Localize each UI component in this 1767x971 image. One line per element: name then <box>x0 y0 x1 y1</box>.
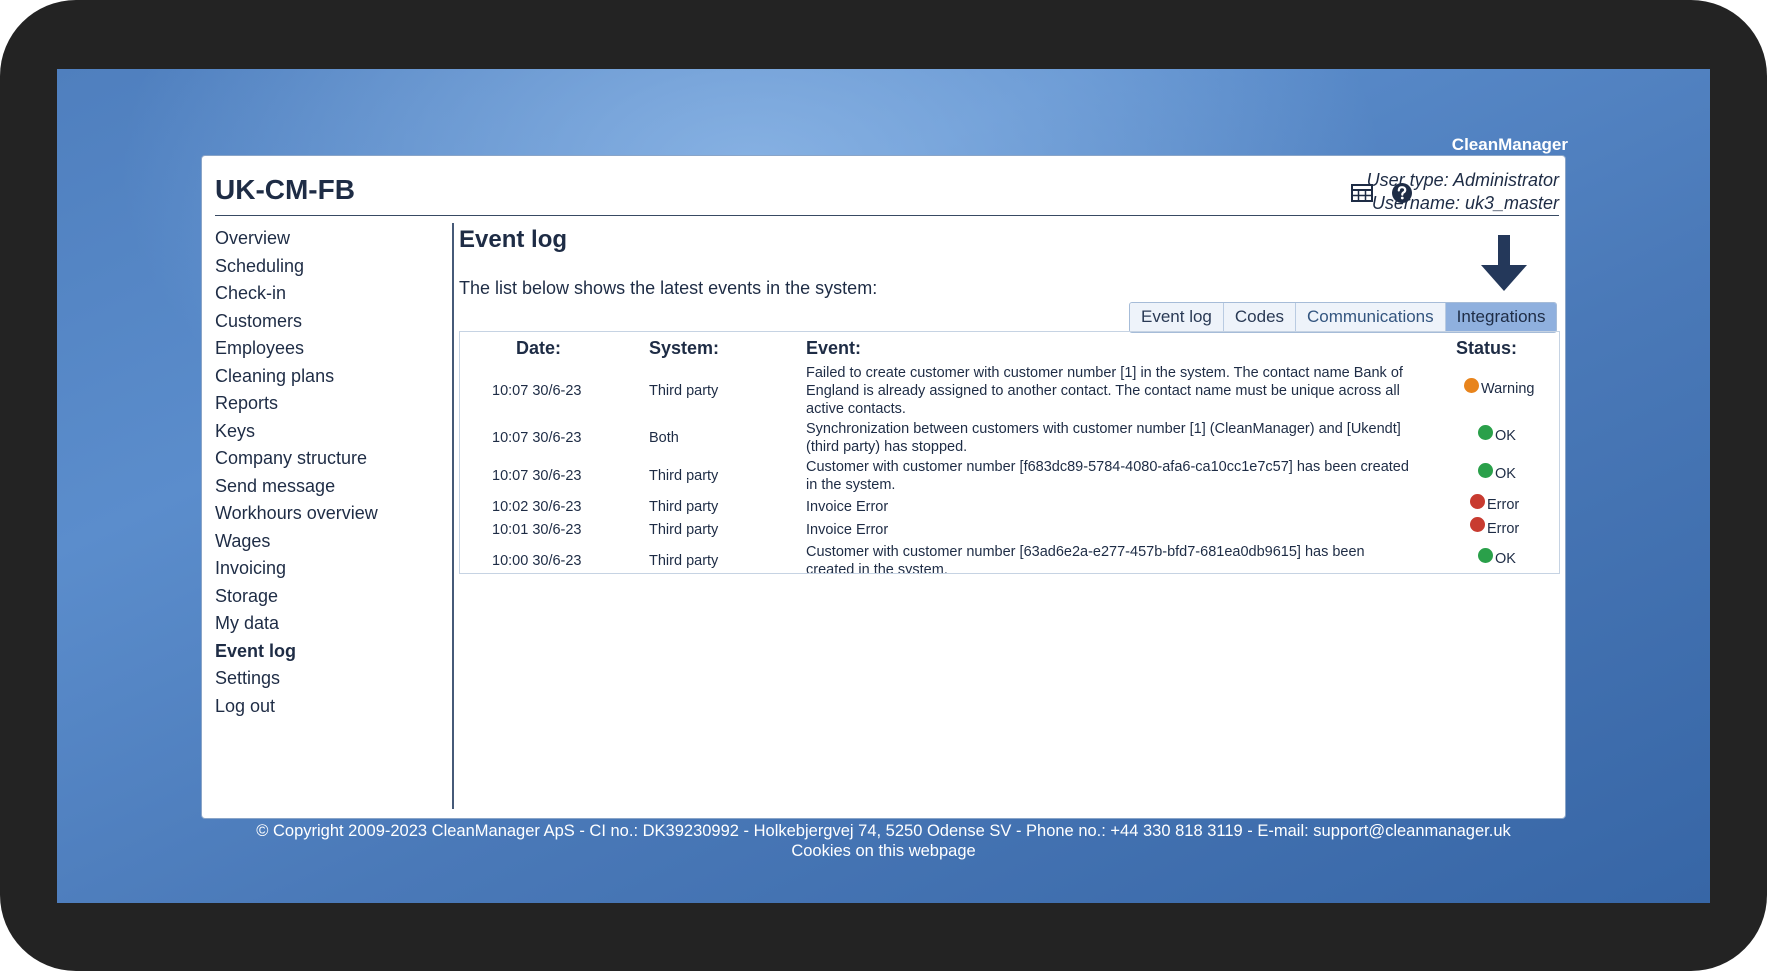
device-frame: CleanManager UK-CM-FB User type: Adminis… <box>0 0 1767 971</box>
username: Username: uk3_master <box>1371 193 1559 213</box>
status-label: Error <box>1487 497 1520 513</box>
header-status: Status: <box>1456 338 1518 358</box>
cell-status: OK <box>1456 419 1559 457</box>
cell-date: 10:07 30/6-23 <box>492 430 582 446</box>
page-title: Event log <box>459 226 568 253</box>
user-info: User type: Administrator Username: uk3_m… <box>1367 169 1559 215</box>
site-title: UK-CM-FB <box>215 174 355 205</box>
cell-status: Warning <box>1456 363 1559 419</box>
status-badge: OK <box>1456 547 1516 568</box>
tab-communications[interactable]: Communications <box>1296 303 1446 332</box>
cell-system: Third party <box>649 498 719 515</box>
status-dot <box>1470 517 1485 532</box>
status-label: Warning <box>1481 381 1535 398</box>
nav-item-scheduling[interactable]: Scheduling <box>215 253 445 281</box>
table-row: 10:01 30/6-23 Third party Invoice Error … <box>460 517 1559 543</box>
sidebar-divider <box>452 223 454 809</box>
status-badge: OK <box>1456 424 1516 445</box>
status-label: OK <box>1495 466 1516 483</box>
cell-system: Third party <box>649 383 719 399</box>
nav-item-wages[interactable]: Wages <box>215 528 445 556</box>
cell-status: OK <box>1456 457 1559 495</box>
status-dot <box>1470 493 1485 509</box>
nav-item-overview[interactable]: Overview <box>215 225 445 253</box>
tab-event-log[interactable]: Event log <box>1130 303 1224 332</box>
status-badge: OK <box>1456 462 1516 483</box>
cell-system: Third party <box>649 553 719 569</box>
header-system: System: <box>649 338 720 358</box>
table-header-row: Date: System: Event: Status: <box>460 332 1559 363</box>
page-intro: The list below shows the latest events i… <box>459 278 878 298</box>
event-log-tabs: Event log Codes Communications Integrati… <box>1129 302 1558 333</box>
status-dot <box>1478 424 1493 440</box>
cell-status: Error <box>1456 517 1559 543</box>
nav-item-storage[interactable]: Storage <box>215 583 445 611</box>
brand-name: CleanManager <box>1451 135 1568 154</box>
arrow-down-icon <box>1479 235 1529 293</box>
nav-item-employees[interactable]: Employees <box>215 335 445 363</box>
nav-item-event-log[interactable]: Event log <box>215 638 445 666</box>
nav-item-reports[interactable]: Reports <box>215 390 445 418</box>
cell-date: 10:02 30/6-23 <box>492 498 582 515</box>
nav-item-workhours-overview[interactable]: Workhours overview <box>215 500 445 528</box>
status-dot <box>1478 462 1493 478</box>
nav-item-send-message[interactable]: Send message <box>215 473 445 501</box>
status-label: OK <box>1495 551 1516 568</box>
nav-item-check-in[interactable]: Check-in <box>215 280 445 308</box>
cell-event: Invoice Error <box>806 522 889 539</box>
status-label: OK <box>1495 428 1516 445</box>
header-event: Event: <box>806 338 862 358</box>
header-divider <box>215 215 1559 216</box>
cell-event: Failed to create customer with customer … <box>806 365 1403 417</box>
status-badge: Warning <box>1456 377 1535 398</box>
cell-event: Customer with customer number [f683dc89-… <box>806 459 1409 493</box>
nav-item-customers[interactable]: Customers <box>215 308 445 336</box>
cell-event: Synchronization between customers with c… <box>806 421 1401 455</box>
status-badge: Error <box>1456 517 1520 538</box>
nav-item-settings[interactable]: Settings <box>215 665 445 693</box>
footer: © Copyright 2009-2023 CleanManager ApS -… <box>57 821 1710 861</box>
screen: CleanManager UK-CM-FB User type: Adminis… <box>57 69 1710 903</box>
header-date: Date: <box>516 338 562 358</box>
tab-integrations[interactable]: Integrations <box>1445 303 1557 332</box>
table-row: 10:00 30/6-23 Third party Customer with … <box>460 542 1559 574</box>
main-panel: UK-CM-FB User type: Administrator Userna… <box>201 155 1566 819</box>
cell-event: Customer with customer number [63ad6e2a-… <box>806 544 1365 574</box>
cell-event: Invoice Error <box>806 498 889 515</box>
nav-item-keys[interactable]: Keys <box>215 418 445 446</box>
events-table-container[interactable]: Date: System: Event: Status: 10:07 30/6-… <box>459 331 1560 574</box>
table-row: 10:07 30/6-23 Third party Customer with … <box>460 457 1559 495</box>
nav-item-my-data[interactable]: My data <box>215 610 445 638</box>
nav-item-company-structure[interactable]: Company structure <box>215 445 445 473</box>
user-type: User type: Administrator <box>1366 170 1559 190</box>
cell-date: 10:07 30/6-23 <box>492 468 582 484</box>
cell-system: Both <box>649 430 679 446</box>
status-dot <box>1464 377 1479 393</box>
cell-date: 10:01 30/6-23 <box>492 522 582 539</box>
status-dot <box>1478 547 1493 563</box>
events-table: Date: System: Event: Status: 10:07 30/6-… <box>460 332 1559 574</box>
status-label: Error <box>1487 520 1520 537</box>
cell-date: 10:07 30/6-23 <box>492 383 582 399</box>
cell-date: 10:00 30/6-23 <box>492 553 582 569</box>
nav-item-invoicing[interactable]: Invoicing <box>215 555 445 583</box>
cell-status: OK <box>1456 542 1559 573</box>
table-row: 10:07 30/6-23 Third party Failed to crea… <box>460 363 1559 419</box>
tab-codes[interactable]: Codes <box>1223 303 1297 332</box>
status-badge: Error <box>1456 493 1520 514</box>
nav-item-cleaning-plans[interactable]: Cleaning plans <box>215 363 445 391</box>
table-row: 10:07 30/6-23 Both Synchronization betwe… <box>460 419 1559 457</box>
cookies-link[interactable]: Cookies on this webpage <box>57 841 1710 861</box>
table-row: 10:02 30/6-23 Third party Invoice Error … <box>460 493 1559 519</box>
cell-system: Third party <box>649 522 719 539</box>
cell-system: Third party <box>649 468 719 484</box>
cell-status: Error <box>1456 493 1559 519</box>
nav-item-log-out[interactable]: Log out <box>215 693 445 721</box>
sidebar-nav: Overview Scheduling Check-in Customers E… <box>215 225 445 720</box>
footer-copyright: © Copyright 2009-2023 CleanManager ApS -… <box>256 822 1511 840</box>
